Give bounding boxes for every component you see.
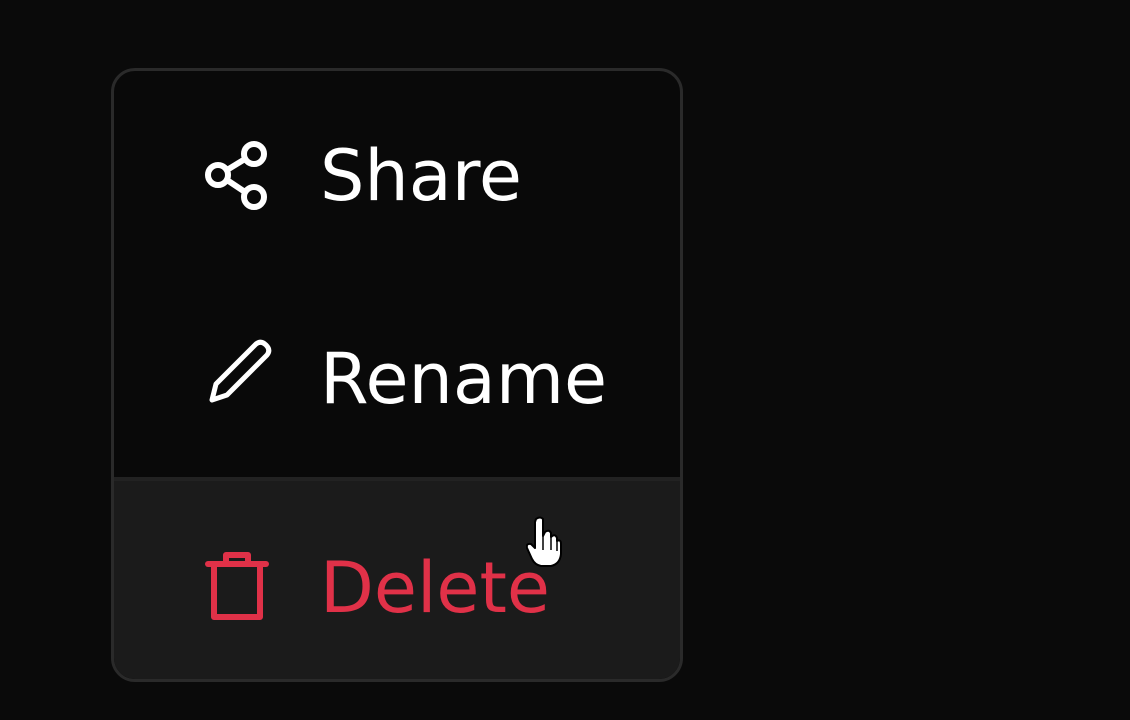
trash-icon (205, 552, 269, 620)
menu-item-share[interactable]: Share (114, 71, 680, 276)
share-icon (205, 141, 267, 210)
menu-item-delete[interactable]: Delete (114, 481, 680, 679)
context-menu: Share Rename Delete (111, 68, 683, 682)
pencil-icon (209, 339, 272, 403)
menu-item-label: Delete (320, 547, 550, 629)
menu-item-label: Rename (320, 338, 608, 420)
menu-item-rename[interactable]: Rename (114, 276, 680, 478)
menu-item-label: Share (320, 135, 523, 217)
